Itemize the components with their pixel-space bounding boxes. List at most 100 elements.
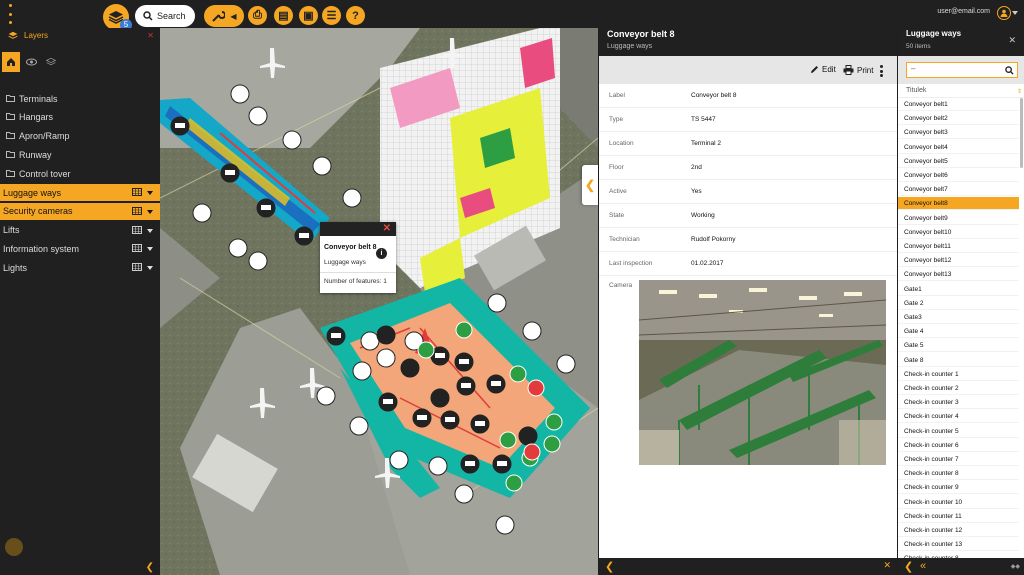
list-item[interactable]: Conveyor belt12 <box>898 254 1019 268</box>
layer-item[interactable]: Lifts <box>0 222 160 239</box>
chevron-down-icon[interactable] <box>147 247 153 252</box>
list-item[interactable]: Conveyor belt4 <box>898 141 1019 154</box>
tab-visibility[interactable] <box>22 52 40 72</box>
close-popup-icon[interactable]: ✕ <box>383 223 391 234</box>
chevron-down-icon[interactable] <box>147 191 153 195</box>
folder-icon <box>6 94 15 104</box>
layer-item[interactable]: Apron/Ramp <box>0 128 160 145</box>
help-button[interactable]: ? <box>346 6 365 25</box>
list-item[interactable]: Conveyor belt13 <box>898 268 1019 282</box>
list-item[interactable]: Conveyor belt2 <box>898 112 1019 126</box>
layer-item[interactable]: Terminals <box>0 90 160 107</box>
list-item[interactable]: Gate3 <box>898 311 1019 324</box>
edit-button[interactable]: Edit <box>810 65 836 74</box>
list-item[interactable]: Check-in counter 10 <box>898 496 1019 509</box>
layer-item[interactable]: Information system <box>0 240 160 257</box>
collapse-detail-button[interactable]: ❮ <box>582 165 598 205</box>
layer-item[interactable]: Security cameras <box>0 202 160 220</box>
main-menu-icon[interactable] <box>5 4 15 24</box>
close-icon[interactable]: ✕ <box>147 31 154 40</box>
list-item[interactable]: Conveyor belt8 <box>898 197 1019 211</box>
printer-icon: ⎙ <box>253 9 262 21</box>
property-key: Label <box>609 92 625 99</box>
list-item[interactable]: Check-in counter 2 <box>898 382 1019 395</box>
table-icon[interactable] <box>132 188 142 198</box>
list-scrollbar[interactable] <box>1020 98 1023 168</box>
list-item[interactable]: Gate1 <box>898 283 1019 296</box>
layers-panel-title: Layers <box>24 30 49 40</box>
list-item[interactable]: Check-in counter 1 <box>898 368 1019 381</box>
chevron-down-icon[interactable] <box>147 209 153 214</box>
print-button[interactable]: Print <box>843 65 873 75</box>
tab-layers[interactable] <box>42 52 60 72</box>
table-icon[interactable] <box>132 244 142 254</box>
list-item[interactable]: Check-in counter 9 <box>898 481 1019 495</box>
search-icon[interactable] <box>1005 66 1014 75</box>
map-canvas[interactable] <box>160 28 598 575</box>
export-tool-button[interactable]: ▤ <box>274 6 293 25</box>
property-row: Type TS 5447 <box>599 108 897 132</box>
list-item[interactable]: Check-in counter 4 <box>898 410 1019 424</box>
list-item[interactable]: Check-in counter 5 <box>898 425 1019 438</box>
camera-image[interactable] <box>639 280 886 465</box>
list-item[interactable]: Gate 4 <box>898 325 1019 339</box>
layer-item[interactable]: Control tover <box>0 165 160 182</box>
list-item[interactable]: Gate 2 <box>898 297 1019 310</box>
list-item[interactable]: Gate 8 <box>898 354 1019 367</box>
user-menu-caret-icon[interactable] <box>1012 11 1018 15</box>
save-tool-button[interactable]: ▣ <box>299 6 318 25</box>
close-detail-icon[interactable]: ✕ <box>883 560 891 571</box>
back-icon[interactable]: ❮ <box>904 560 913 573</box>
list-item[interactable]: Conveyor belt9 <box>898 212 1019 225</box>
back-icon[interactable]: ❮ <box>605 560 614 573</box>
list-item[interactable]: Gate 5 <box>898 339 1019 353</box>
table-icon[interactable] <box>132 225 142 236</box>
layer-item[interactable]: Lights <box>0 259 160 276</box>
sort-icon[interactable]: ⇕ <box>1017 88 1022 95</box>
list-search-field[interactable] <box>906 62 1018 78</box>
print-tool-button[interactable]: ⎙ <box>248 6 267 25</box>
map-view[interactable] <box>160 28 598 575</box>
table-icon[interactable] <box>132 206 142 217</box>
list-item[interactable]: Check-in counter 12 <box>898 524 1019 537</box>
detail-title: Conveyor belt 8 <box>607 29 675 39</box>
chevron-down-icon[interactable] <box>147 266 153 271</box>
list-item[interactable]: Conveyor belt6 <box>898 169 1019 182</box>
list-item[interactable]: Check-in counter 11 <box>898 510 1019 523</box>
list-item[interactable]: Check-in counter 8 <box>898 467 1019 481</box>
list-item[interactable]: Conveyor belt10 <box>898 226 1019 239</box>
layer-label: Runway <box>19 149 52 160</box>
search-button[interactable]: Search <box>135 5 195 27</box>
chevron-down-icon[interactable] <box>147 228 153 233</box>
user-avatar-icon[interactable] <box>997 6 1011 20</box>
list-item[interactable]: Check-in counter 13 <box>898 538 1019 552</box>
layer-item[interactable]: Hangars <box>0 109 160 126</box>
table-icon[interactable] <box>132 263 142 273</box>
layer-label: Information system <box>3 243 80 254</box>
list-item[interactable]: Conveyor belt3 <box>898 126 1019 140</box>
list-item[interactable]: Check-in counter 3 <box>898 396 1019 410</box>
list-item[interactable]: Conveyor belt5 <box>898 155 1019 168</box>
tools-button[interactable]: ◀ <box>204 5 244 27</box>
list-item[interactable]: Check-in counter 6 <box>898 439 1019 452</box>
list-item[interactable]: Conveyor belt1 <box>898 98 1019 111</box>
list-item[interactable]: Check-in counter 7 <box>898 453 1019 466</box>
chat-icon[interactable] <box>5 538 23 556</box>
layer-item[interactable]: Runway <box>0 146 160 163</box>
layer-item[interactable]: Luggage ways <box>0 184 160 201</box>
list-column-header[interactable]: Titulek ⇕ <box>898 84 1024 98</box>
tab-home[interactable] <box>2 52 20 72</box>
list-search-input[interactable] <box>911 64 1001 73</box>
collapse-left-icon[interactable]: ❮ <box>146 562 154 573</box>
property-row: State Working <box>599 204 897 228</box>
list-tool-button[interactable]: ☰ <box>322 6 341 25</box>
close-list-icon[interactable]: ✕ <box>1008 35 1016 46</box>
property-row: Active Yes <box>599 180 897 204</box>
list-item[interactable]: Conveyor belt7 <box>898 183 1019 197</box>
info-icon[interactable]: i <box>376 248 387 259</box>
list-item[interactable]: Conveyor belt11 <box>898 240 1019 253</box>
property-key: State <box>609 212 625 219</box>
user-email[interactable]: user@email.com <box>910 8 990 15</box>
more-options-icon[interactable] <box>880 65 884 77</box>
first-page-icon[interactable]: « <box>920 560 926 572</box>
